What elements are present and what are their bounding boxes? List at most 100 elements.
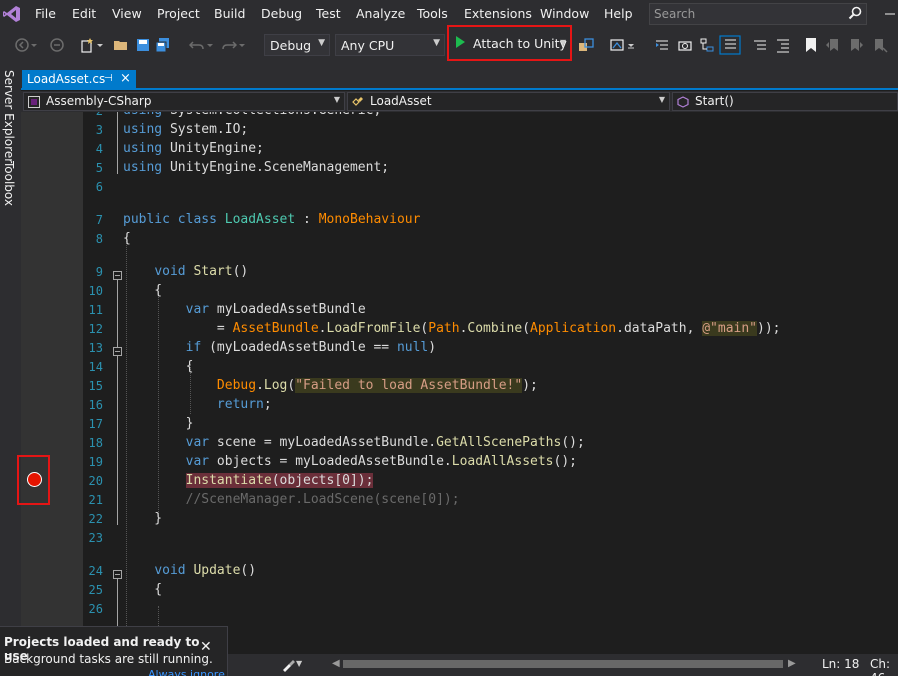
line-number: 19 xyxy=(88,455,103,469)
code-line: void Start() xyxy=(154,264,249,279)
search-box[interactable] xyxy=(649,3,867,25)
menu-test[interactable]: Test xyxy=(316,6,341,21)
menu-bar: File Edit View Project Build Debug Test … xyxy=(0,0,898,28)
collapse-update-icon[interactable] xyxy=(113,570,122,579)
line-number: 9 xyxy=(95,265,103,279)
new-project-icon[interactable] xyxy=(79,37,95,53)
collapse-start-icon[interactable] xyxy=(113,271,122,280)
new-project-dropdown-icon[interactable] xyxy=(96,37,104,53)
always-ignore-link[interactable]: Always ignore xyxy=(148,668,225,676)
browser-dropdown-icon[interactable] xyxy=(627,37,635,53)
code-line: var objects = myLoadedAssetBundle.LoadAl… xyxy=(185,454,577,469)
redo-dropdown-icon[interactable] xyxy=(238,37,246,53)
visual-studio-logo-icon[interactable] xyxy=(2,4,22,24)
solution-explorer-icon[interactable] xyxy=(719,35,741,55)
outline-line xyxy=(117,112,118,174)
scroll-right-icon[interactable]: ▶ xyxy=(788,658,796,669)
horizontal-scrollbar-thumb[interactable] xyxy=(343,660,783,668)
side-tool-strip: Server Explorer Toolbox xyxy=(0,62,21,676)
code-line: } xyxy=(123,416,194,431)
next-bookmark-icon[interactable] xyxy=(848,37,864,53)
save-all-icon[interactable] xyxy=(155,37,171,53)
server-explorer-tab[interactable]: Server Explorer xyxy=(2,70,16,163)
line-number: 26 xyxy=(88,602,103,616)
menu-view[interactable]: View xyxy=(112,6,142,21)
back-icon[interactable] xyxy=(14,37,30,53)
prev-bookmark-icon[interactable] xyxy=(825,37,841,53)
menu-build[interactable]: Build xyxy=(214,6,245,21)
forward-icon[interactable] xyxy=(49,37,65,53)
close-icon[interactable]: ✕ xyxy=(200,639,212,655)
chevron-down-icon[interactable]: ▼ xyxy=(560,38,566,47)
line-number: 13 xyxy=(88,341,103,355)
line-number: 20 xyxy=(88,474,103,488)
menu-debug[interactable]: Debug xyxy=(261,6,302,21)
attach-process-icon[interactable] xyxy=(578,37,594,53)
hierarchy-icon[interactable] xyxy=(699,37,715,53)
line-number: 18 xyxy=(88,436,103,450)
menu-file[interactable]: File xyxy=(35,6,56,21)
chevron-down-icon: ▼ xyxy=(333,95,340,104)
code-line: using UnityEngine.SceneManagement; xyxy=(123,160,390,175)
status-column: Ch: 46 xyxy=(870,657,891,676)
toolbox-tab[interactable]: Toolbox xyxy=(2,161,16,206)
outline-line xyxy=(117,280,118,525)
csharp-project-icon xyxy=(28,96,40,108)
solution-platform-value: Any CPU xyxy=(341,38,395,53)
menu-analyze[interactable]: Analyze xyxy=(356,6,405,21)
step-into-icon[interactable] xyxy=(654,37,670,53)
menu-help[interactable]: Help xyxy=(604,6,633,21)
clear-bookmarks-icon[interactable] xyxy=(872,37,888,53)
search-input[interactable] xyxy=(654,6,844,22)
tab-loadasset-cs[interactable]: LoadAsset.cs ⊣ × xyxy=(22,70,136,90)
solution-configuration-dropdown[interactable]: Debug ▼ xyxy=(264,34,330,56)
line-number: 17 xyxy=(88,417,103,431)
minimize-icon[interactable] xyxy=(882,5,898,21)
line-number: 16 xyxy=(88,398,103,412)
menu-project[interactable]: Project xyxy=(157,6,200,21)
camera-icon[interactable] xyxy=(677,37,693,53)
member-name: Start() xyxy=(695,94,734,108)
collapse-if-icon[interactable] xyxy=(113,347,122,356)
undo-icon[interactable] xyxy=(189,37,205,53)
menu-window[interactable]: Window xyxy=(540,6,589,21)
open-folder-icon[interactable] xyxy=(113,37,129,53)
menu-tools[interactable]: Tools xyxy=(417,6,448,21)
scroll-left-icon[interactable]: ◀ xyxy=(332,658,340,669)
save-icon[interactable] xyxy=(135,37,151,53)
close-icon[interactable]: × xyxy=(120,71,131,86)
toast-body: Background tasks are still running. xyxy=(4,652,213,666)
line-number: 8 xyxy=(95,232,103,246)
chevron-down-icon: ▼ xyxy=(433,38,440,48)
undo-dropdown-icon[interactable] xyxy=(206,37,214,53)
line-number: 12 xyxy=(88,322,103,336)
format-lines-icon[interactable] xyxy=(752,37,768,53)
code-line: void Update() xyxy=(154,563,257,578)
solution-platform-dropdown[interactable]: Any CPU ▼ xyxy=(335,34,445,56)
glyph-margin[interactable] xyxy=(21,112,83,654)
menu-extensions[interactable]: Extensions xyxy=(464,6,532,21)
code-line: { xyxy=(123,283,163,298)
chevron-down-icon: ▼ xyxy=(658,95,665,104)
attach-to-unity-button[interactable]: Attach to Unity ▼ xyxy=(447,25,572,61)
line-number: 15 xyxy=(88,379,103,393)
type-dropdown[interactable]: LoadAsset ▼ xyxy=(347,92,670,111)
code-line: = AssetBundle.LoadFromFile(Path.Combine(… xyxy=(123,321,781,336)
bookmark-icon[interactable] xyxy=(803,37,819,53)
pin-icon[interactable]: ⊣ xyxy=(104,73,113,84)
breakpoint-icon[interactable] xyxy=(27,472,42,487)
indent-icon[interactable] xyxy=(775,37,791,53)
member-dropdown[interactable]: Start() xyxy=(672,92,898,111)
notification-toast: Projects loaded and ready to use Backgro… xyxy=(0,626,228,676)
redo-icon[interactable] xyxy=(221,37,237,53)
line-number: 24 xyxy=(88,564,103,578)
menu-edit[interactable]: Edit xyxy=(72,6,96,21)
code-editor[interactable]: 2 3 4 5 6 7 8 9 10 11 12 13 14 15 16 17 … xyxy=(21,112,898,654)
browser-icon[interactable] xyxy=(609,37,625,53)
code-line: public class LoadAsset : MonoBehaviour xyxy=(123,212,421,227)
chevron-down-icon[interactable]: ▼ xyxy=(296,659,302,668)
back-dropdown-icon[interactable] xyxy=(30,37,38,53)
brush-icon[interactable] xyxy=(280,657,296,673)
project-dropdown[interactable]: Assembly-CSharp ▼ xyxy=(23,92,345,111)
search-icon[interactable] xyxy=(848,6,862,20)
